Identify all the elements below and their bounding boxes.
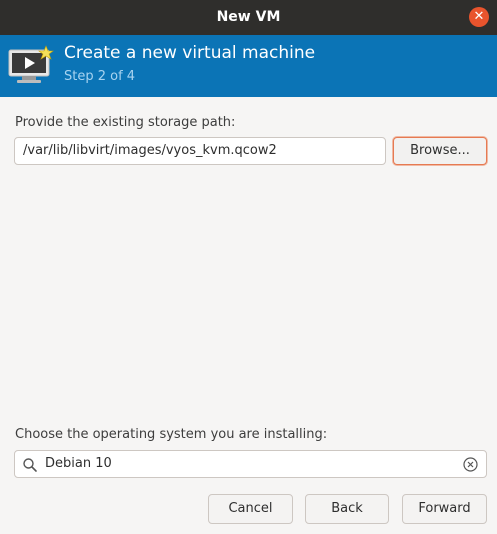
close-icon[interactable]: ✕	[469, 7, 489, 27]
cancel-button[interactable]: Cancel	[208, 494, 293, 524]
wizard-title: Create a new virtual machine	[64, 43, 316, 63]
os-search-input[interactable]: Debian 10	[14, 450, 487, 478]
wizard-header: Create a new virtual machine Step 2 of 4	[0, 35, 497, 97]
window-titlebar: New VM ✕	[0, 0, 497, 35]
vm-monitor-icon	[8, 45, 54, 83]
os-search-value: Debian 10	[45, 456, 112, 471]
storage-path-input[interactable]: /var/lib/libvirt/images/vyos_kvm.qcow2	[14, 137, 386, 165]
back-button[interactable]: Back	[305, 494, 389, 524]
wizard-step: Step 2 of 4	[64, 69, 136, 84]
storage-path-label: Provide the existing storage path:	[15, 115, 236, 130]
browse-button[interactable]: Browse...	[393, 137, 487, 165]
window-title: New VM	[216, 9, 281, 25]
clear-icon[interactable]	[463, 457, 478, 472]
os-label: Choose the operating system you are inst…	[15, 427, 328, 442]
search-icon	[23, 458, 37, 472]
forward-button[interactable]: Forward	[402, 494, 487, 524]
